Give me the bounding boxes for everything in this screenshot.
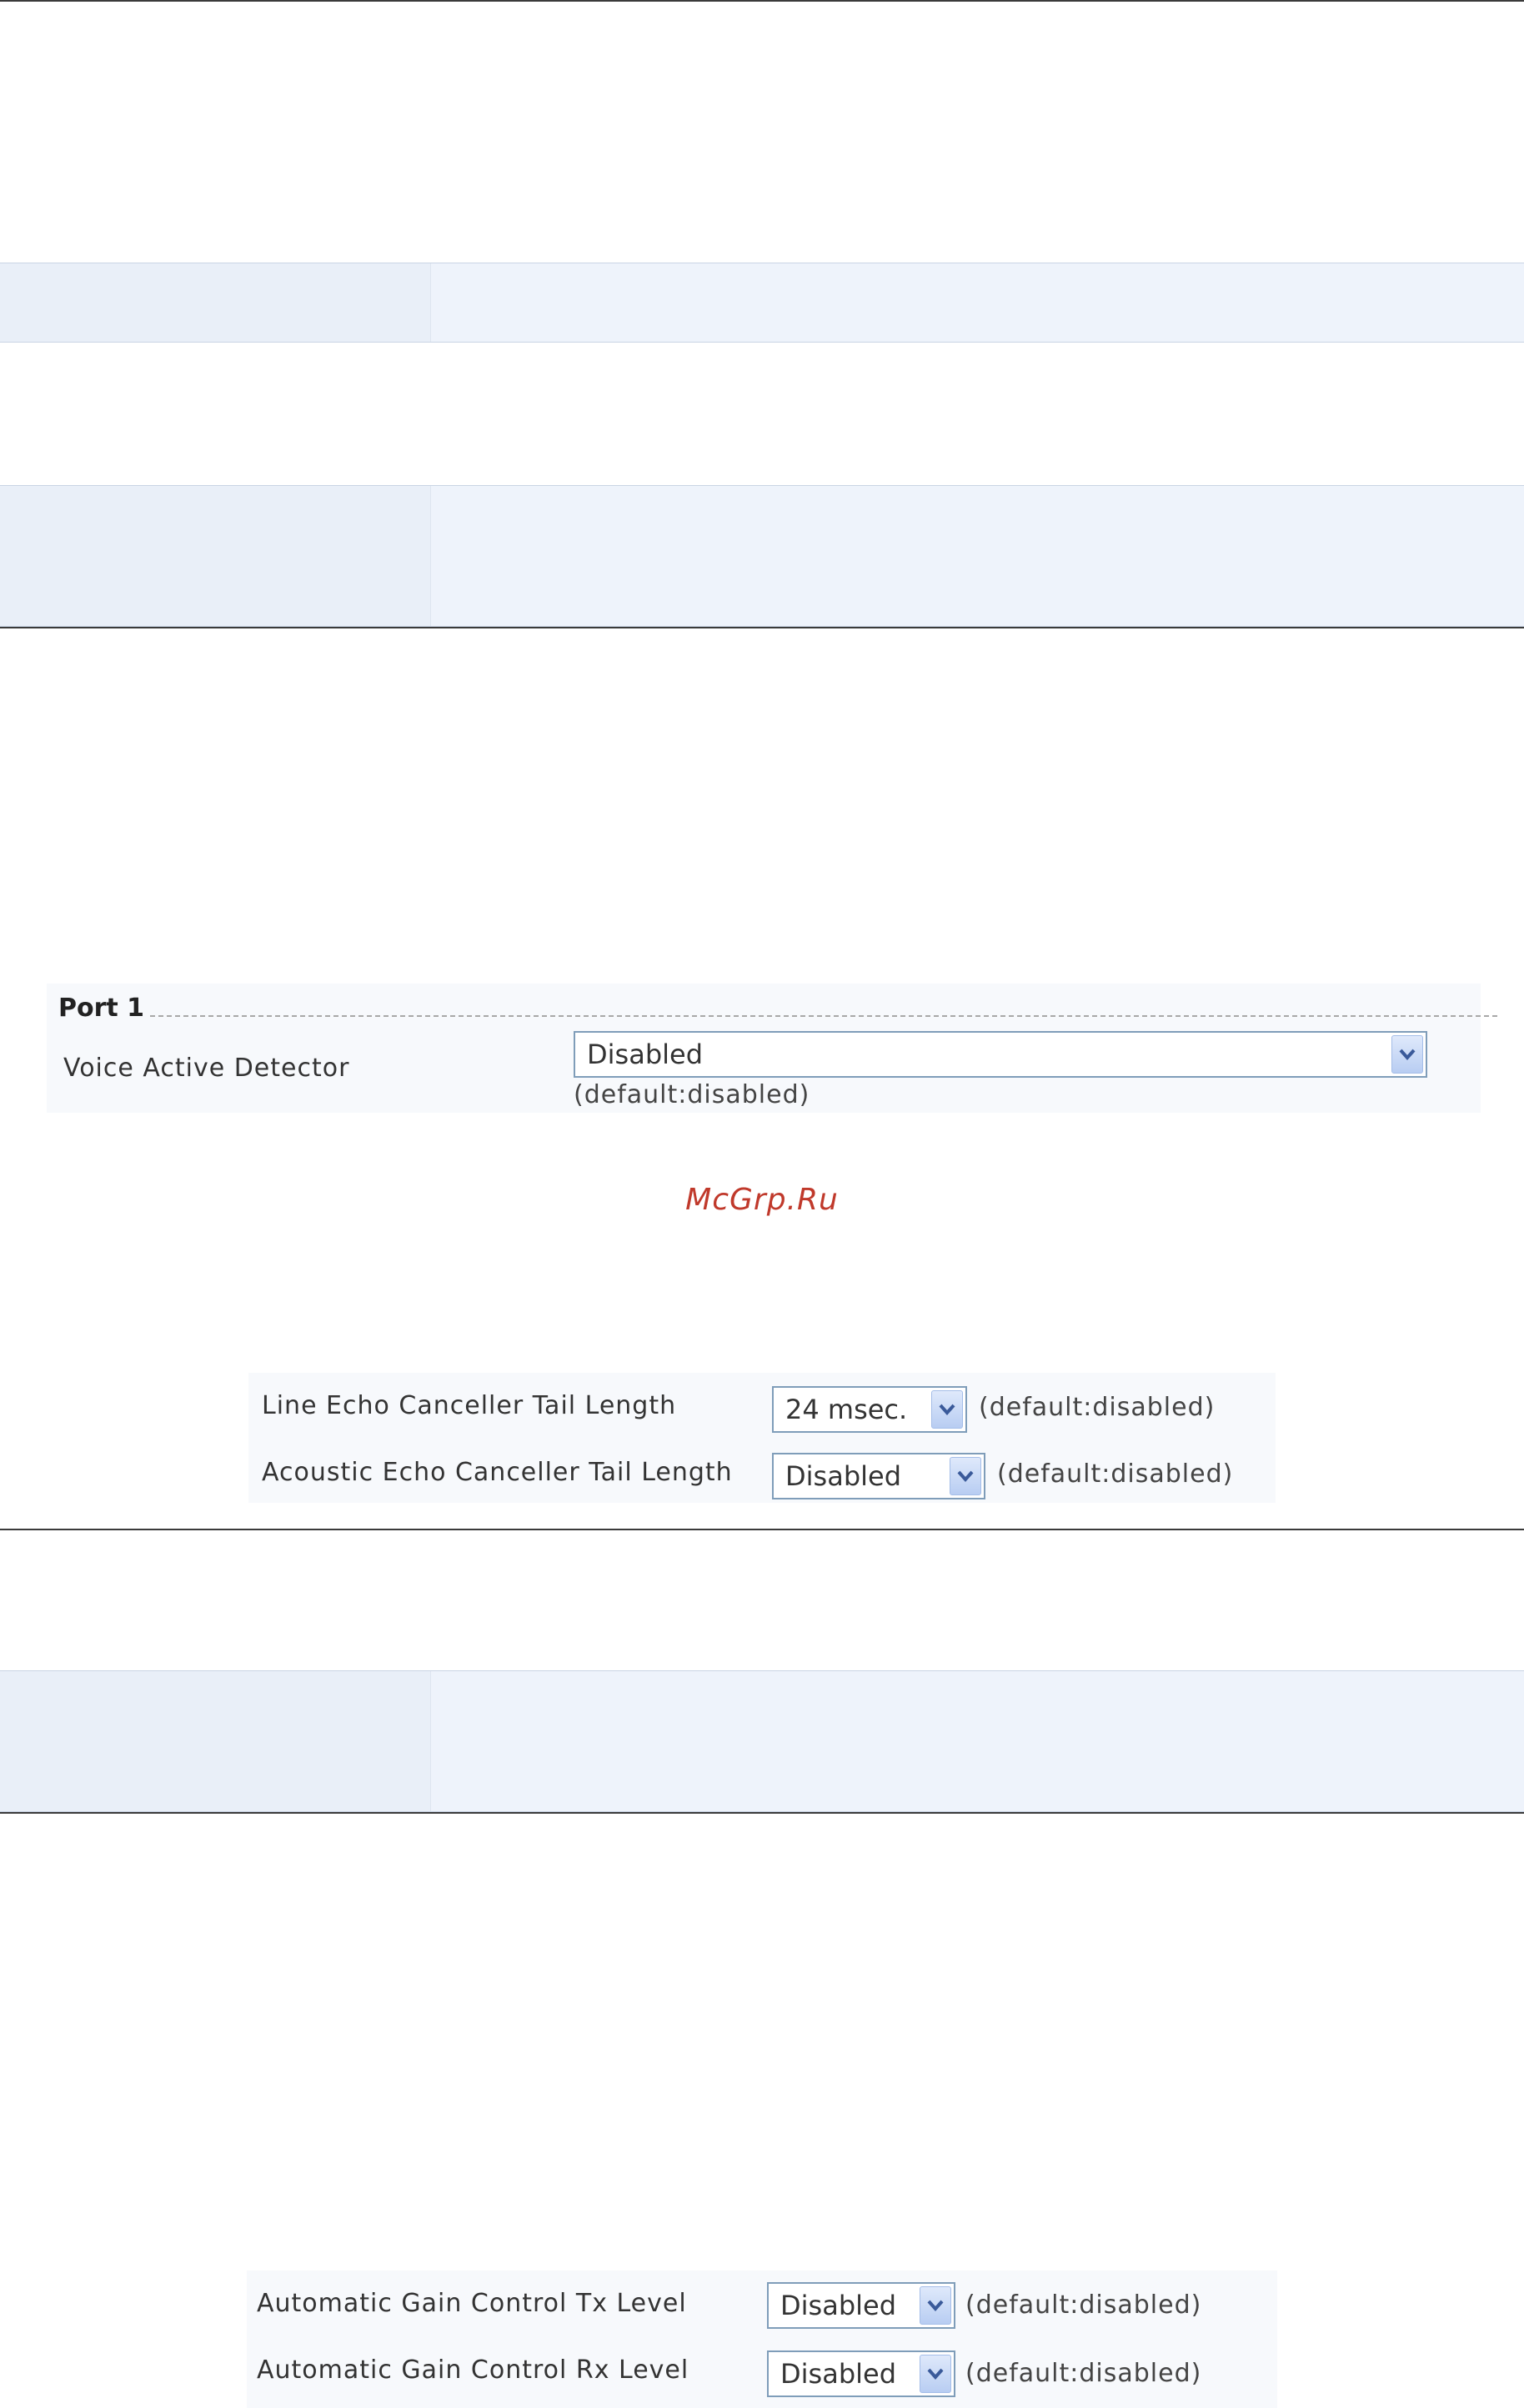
agc-tx-default-hint: (default:disabled) [965, 2290, 1202, 2320]
section-title: Port 1 [58, 994, 145, 1023]
line-echo-default-hint: (default:disabled) [979, 1393, 1216, 1422]
chevron-down-icon[interactable] [931, 1390, 963, 1429]
watermark: McGrp.Ru [685, 1183, 839, 1217]
chevron-down-icon[interactable] [950, 1457, 981, 1495]
table-header-band [0, 263, 1524, 343]
agc-tx-value: Disabled [780, 2290, 897, 2321]
chevron-down-icon[interactable] [920, 2355, 951, 2393]
chevron-down-icon[interactable] [920, 2286, 951, 2325]
agc-panel: Automatic Gain Control Tx Level Disabled… [247, 2270, 1277, 2408]
agc-tx-label: Automatic Gain Control Tx Level [257, 2289, 687, 2318]
line-echo-label: Line Echo Canceller Tail Length [262, 1391, 677, 1420]
table-row-band [0, 485, 1524, 627]
table-row-band-2 [0, 1670, 1524, 1812]
section-rule-2 [0, 1529, 1524, 1530]
acoustic-echo-select[interactable]: Disabled [772, 1453, 985, 1499]
echo-panel: Line Echo Canceller Tail Length 24 msec.… [248, 1373, 1276, 1503]
line-echo-select[interactable]: 24 msec. [772, 1386, 967, 1433]
agc-tx-select[interactable]: Disabled [767, 2282, 955, 2329]
agc-rx-select[interactable]: Disabled [767, 2350, 955, 2397]
section-rule-1 [0, 627, 1524, 628]
vad-select[interactable]: Disabled [574, 1031, 1427, 1078]
section-divider [150, 1015, 1497, 1017]
agc-rx-label: Automatic Gain Control Rx Level [257, 2355, 689, 2385]
acoustic-echo-default-hint: (default:disabled) [997, 1459, 1234, 1489]
chevron-down-icon[interactable] [1391, 1035, 1423, 1074]
acoustic-echo-value: Disabled [785, 1460, 902, 1492]
line-echo-value: 24 msec. [785, 1394, 908, 1425]
top-rule [0, 0, 1524, 2]
vad-panel: Port 1 Voice Active Detector Disabled (d… [47, 984, 1497, 1113]
agc-rx-value: Disabled [780, 2358, 897, 2390]
vad-label: Voice Active Detector [63, 1054, 350, 1083]
agc-rx-default-hint: (default:disabled) [965, 2359, 1202, 2388]
acoustic-echo-label: Acoustic Echo Canceller Tail Length [262, 1458, 733, 1487]
vad-default-hint: (default:disabled) [574, 1080, 810, 1109]
vad-select-value: Disabled [587, 1039, 704, 1070]
section-rule-3 [0, 1812, 1524, 1814]
